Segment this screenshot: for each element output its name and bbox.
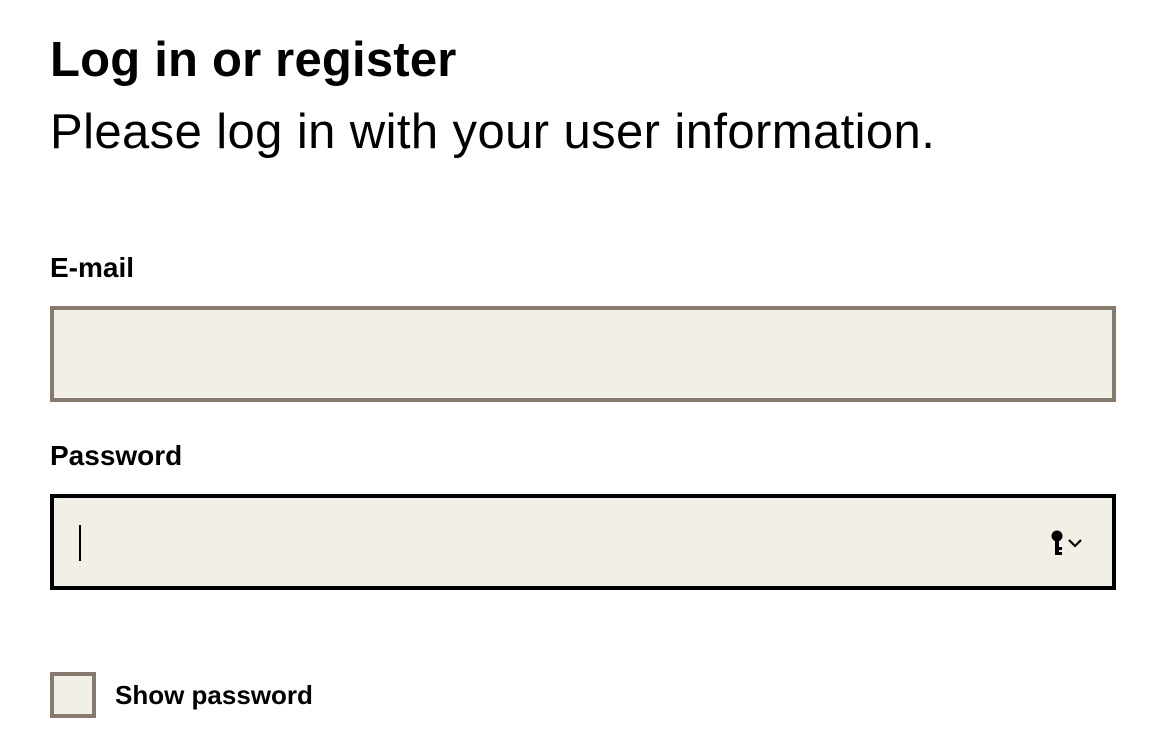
page-subtitle: Please log in with your user information… xyxy=(50,105,936,159)
page-title: Log in or register xyxy=(50,33,457,87)
email-label: E-mail xyxy=(50,252,135,283)
show-password-label[interactable]: Show password xyxy=(115,677,313,713)
password-field[interactable] xyxy=(50,494,1116,590)
key-icon[interactable] xyxy=(1050,528,1086,558)
login-page: Log in or register Please log in with yo… xyxy=(0,0,1176,748)
password-label: Password xyxy=(50,440,183,471)
email-field[interactable] xyxy=(50,306,1116,402)
text-cursor xyxy=(79,525,81,561)
show-password-checkbox[interactable] xyxy=(50,672,96,718)
